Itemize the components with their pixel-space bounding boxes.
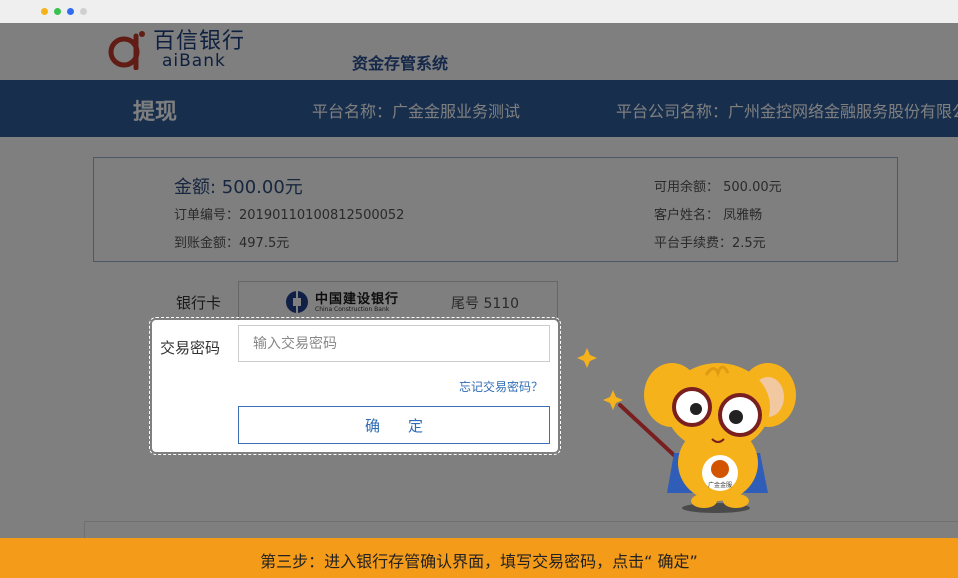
password-input[interactable]	[238, 325, 550, 362]
window-dot-green-icon	[54, 8, 61, 15]
page: 百信银行 aiBank 资金存管系统 提现 平台名称：广金金服业务测试 平台公司…	[0, 23, 958, 578]
password-dialog: 交易密码 忘记交易密码？ 确定	[149, 317, 561, 455]
step-instruction: 第三步：进入银行存管确认界面，填写交易密码，点击“ 确定”	[260, 552, 698, 571]
elephant-mascot-icon: 广金金服	[577, 348, 796, 513]
forgot-password-link[interactable]: 忘记交易密码？	[459, 378, 543, 395]
password-label: 交易密码	[160, 339, 221, 357]
window-dot-blue-icon	[67, 8, 74, 15]
mascot-badge-text: 广金金服	[708, 481, 732, 489]
window-dot-yellow-icon	[41, 8, 48, 15]
modal-overlay	[0, 23, 958, 578]
step-banner: 第三步：进入银行存管确认界面，填写交易密码，点击“ 确定”	[0, 538, 958, 578]
window-dot-grey-icon	[80, 8, 87, 15]
browser-chrome	[0, 0, 958, 23]
confirm-button[interactable]: 确定	[238, 406, 550, 444]
